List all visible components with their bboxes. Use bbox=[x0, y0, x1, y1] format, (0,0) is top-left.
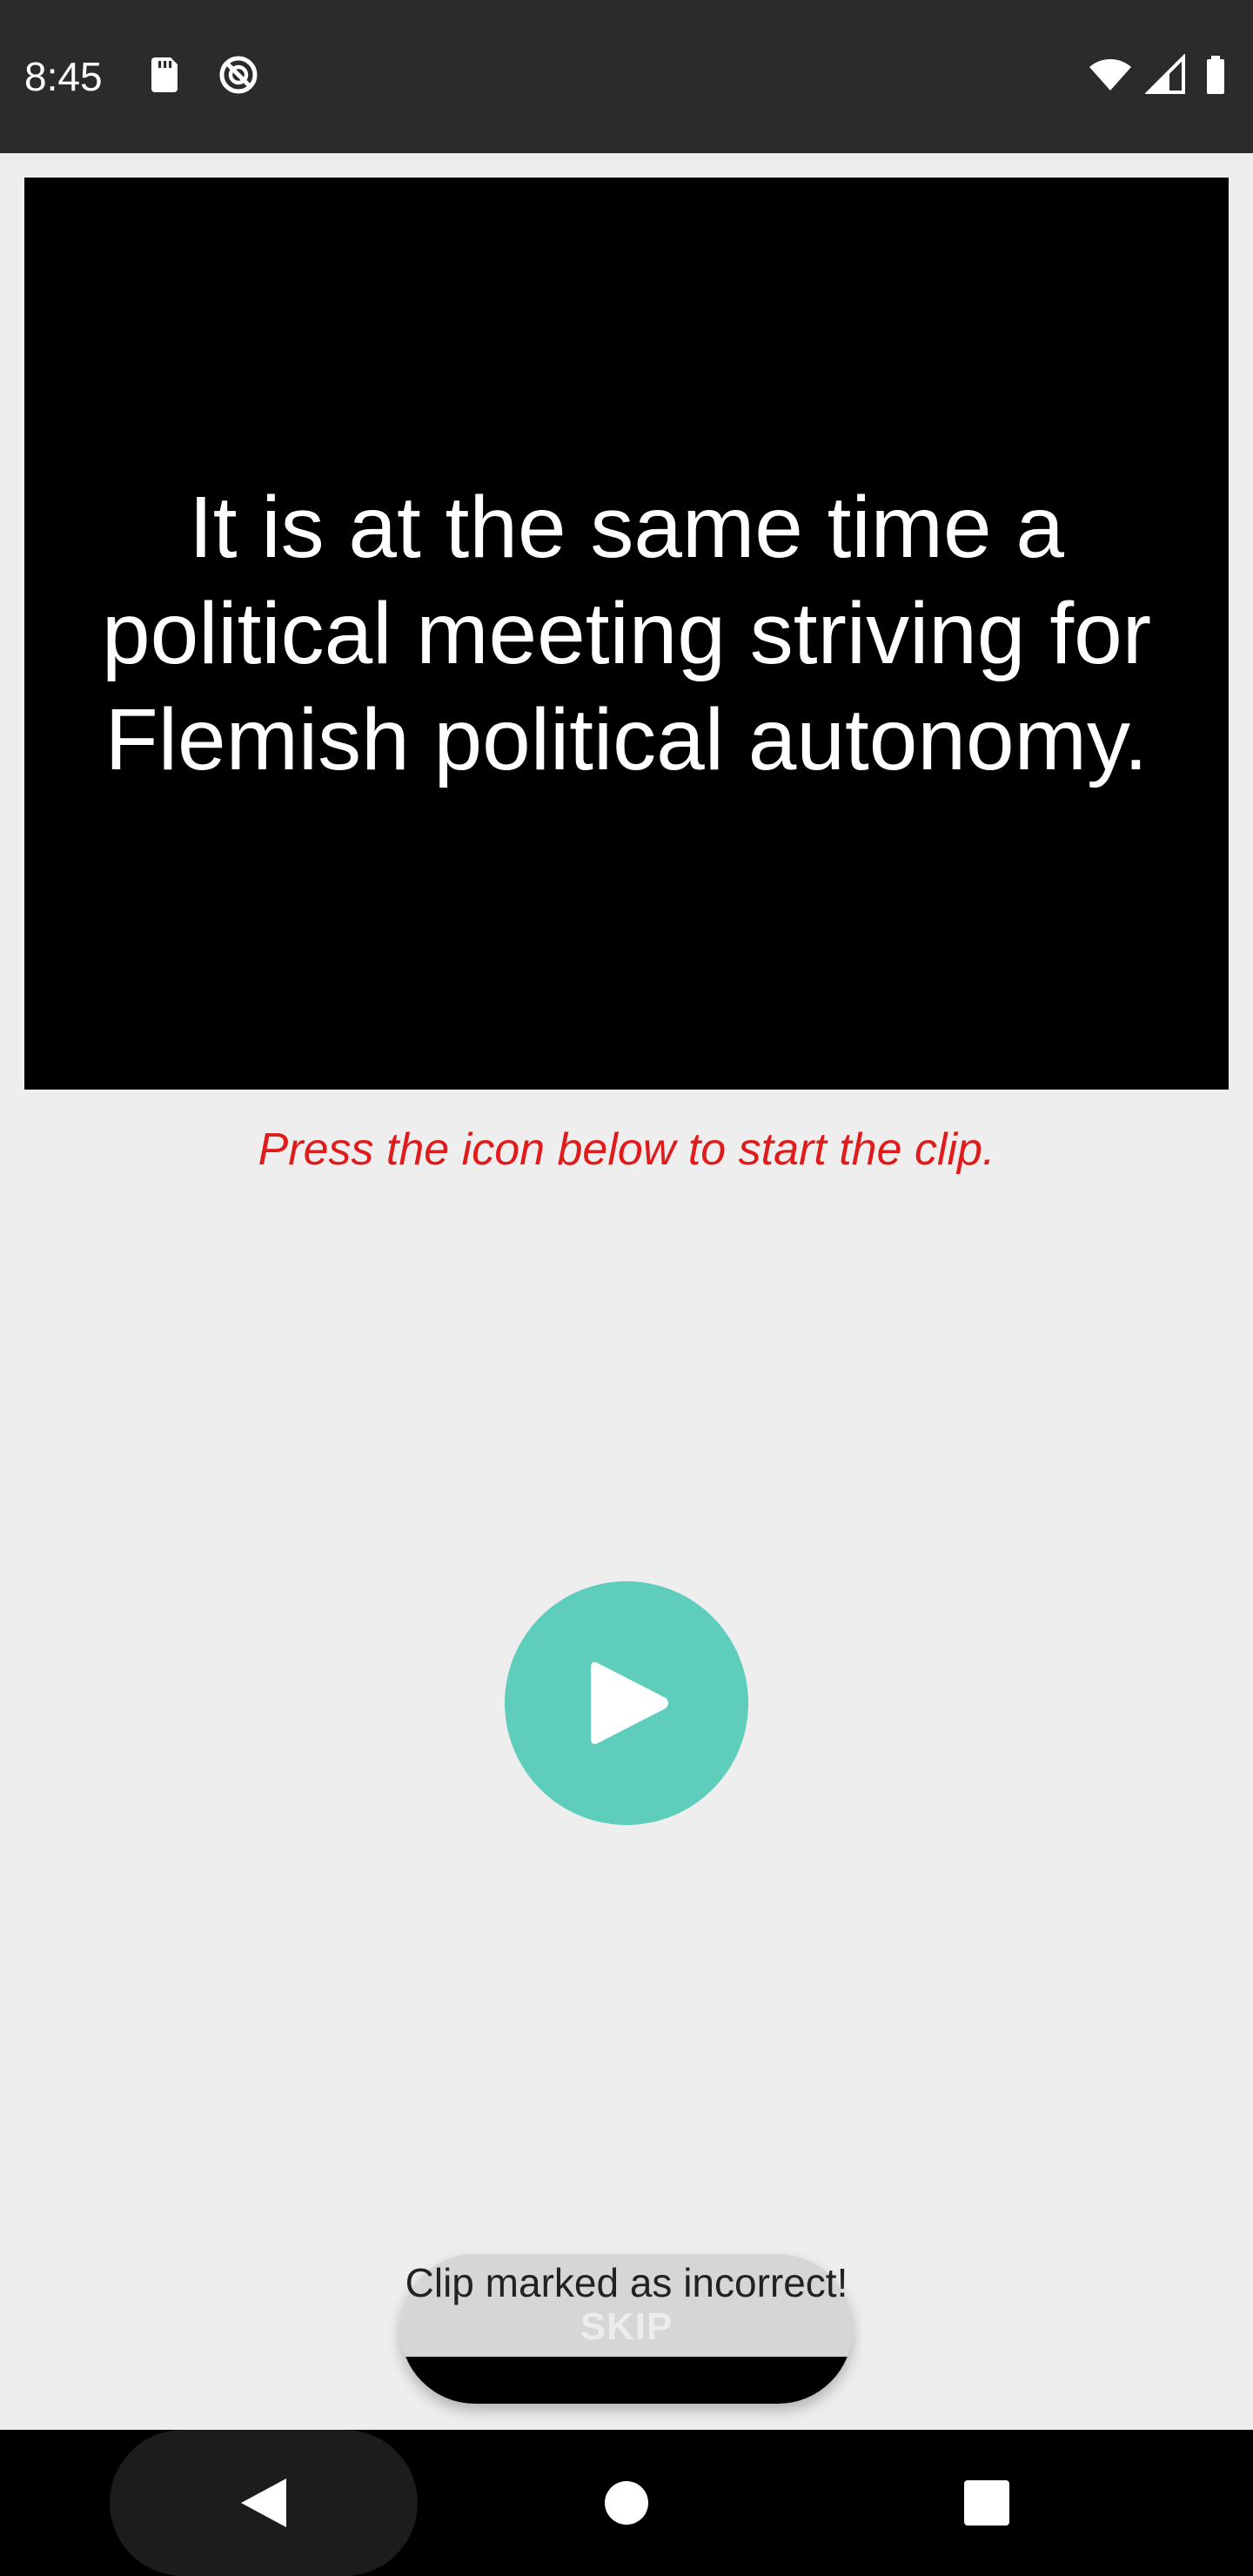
back-icon bbox=[239, 2477, 288, 2529]
status-time: 8:45 bbox=[24, 54, 103, 99]
hint-text: Press the icon below to start the clip. bbox=[258, 1124, 995, 1175]
status-right-icons bbox=[1088, 53, 1229, 96]
toast-message: Clip marked as incorrect! bbox=[405, 2260, 848, 2305]
back-button[interactable] bbox=[216, 2468, 312, 2538]
navigation-bar bbox=[0, 2430, 1253, 2576]
sentence-card: It is at the same time a political meeti… bbox=[24, 178, 1229, 1090]
cell-signal-icon bbox=[1144, 53, 1187, 96]
recents-icon bbox=[964, 2480, 1009, 2526]
wifi-icon bbox=[1088, 54, 1131, 96]
skip-button-shadow-band bbox=[400, 2357, 853, 2404]
home-button[interactable] bbox=[592, 2468, 661, 2538]
do-not-disturb-icon bbox=[218, 54, 259, 96]
play-button[interactable] bbox=[505, 1581, 748, 1825]
sd-card-icon bbox=[144, 54, 186, 96]
status-left-icons bbox=[144, 54, 259, 96]
home-icon bbox=[604, 2480, 649, 2526]
sentence-text: It is at the same time a political meeti… bbox=[101, 479, 1152, 788]
status-bar: 8:45 bbox=[0, 0, 1253, 153]
recents-button[interactable] bbox=[952, 2468, 1022, 2538]
battery-icon bbox=[1203, 54, 1229, 96]
play-icon bbox=[591, 1658, 671, 1748]
